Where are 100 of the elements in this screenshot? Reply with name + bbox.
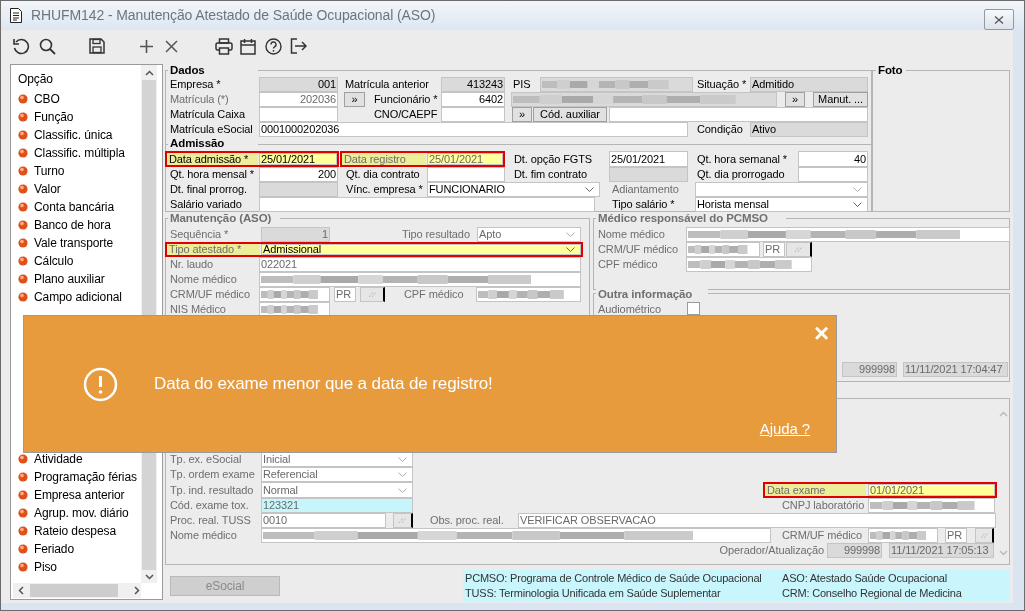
field-label: Funcionário *: [373, 92, 439, 107]
chevron-down-icon: [566, 232, 575, 237]
dropdown[interactable]: FUNCIONARIO: [427, 182, 600, 197]
sidebar-item[interactable]: Atividade: [13, 452, 141, 466]
field-label: Dt. final prorrog.: [169, 182, 249, 197]
field-label: Condição: [696, 122, 744, 137]
sidebar-item[interactable]: Empresa anterior: [13, 488, 141, 502]
save-icon[interactable]: [89, 38, 105, 54]
bullet-icon: [18, 166, 28, 176]
sidebar-item[interactable]: Classific. múltipla: [13, 146, 141, 160]
input-field[interactable]: [868, 528, 938, 543]
input-field[interactable]: 413243: [441, 77, 505, 92]
lookup-button[interactable]: [393, 513, 413, 528]
sidebar-item[interactable]: Agrup. mov. diário: [13, 506, 141, 520]
field-label: CNPJ laboratório: [781, 498, 866, 513]
sidebar-item[interactable]: Cálculo: [13, 254, 141, 268]
lookup-button[interactable]: [360, 287, 385, 302]
dropdown[interactable]: Horista mensal: [695, 197, 868, 212]
lookup-button[interactable]: [786, 242, 812, 257]
field-label: Qt. hora semanal *: [696, 151, 788, 167]
input-field[interactable]: [686, 257, 812, 272]
input-field[interactable]: [540, 77, 693, 92]
input-field[interactable]: [868, 498, 995, 513]
blurred-text-drawing: [688, 245, 748, 254]
sidebar-item[interactable]: Campo adicional: [13, 290, 141, 304]
input-field[interactable]: 001: [259, 77, 338, 92]
sidebar-item[interactable]: Banco de hora: [13, 218, 141, 232]
close-button[interactable]: [984, 9, 1014, 30]
input-field[interactable]: Ativo: [750, 122, 868, 137]
field-label: Tp. ex. eSocial: [169, 452, 243, 467]
field-label: Matrícula eSocial: [169, 122, 254, 137]
input-field[interactable]: 0001000202036: [259, 122, 688, 137]
legend-text: CRM: Conselho Regional de Medicina: [781, 586, 963, 601]
sidebar-item[interactable]: Programação férias: [13, 470, 141, 484]
input-field[interactable]: [259, 197, 595, 212]
input-field[interactable]: [609, 167, 688, 182]
input-field[interactable]: [686, 227, 1010, 242]
blurred-text-drawing: [870, 531, 927, 540]
bullet-icon: [18, 472, 28, 482]
bullet-icon: [18, 256, 28, 266]
sidebar-item[interactable]: CBO: [13, 92, 141, 106]
blurred-text-drawing: [261, 290, 318, 299]
sidebar-item[interactable]: Classific. única: [13, 128, 141, 142]
field-label: Cód. exame tox.: [169, 498, 250, 513]
input-field[interactable]: [686, 242, 760, 257]
lookup-button[interactable]: [975, 528, 994, 543]
printer-icon[interactable]: [215, 37, 233, 55]
exit-icon[interactable]: [290, 38, 307, 54]
document-icon: [10, 8, 22, 23]
input-field[interactable]: Admitido: [750, 77, 868, 92]
input-field[interactable]: [798, 167, 868, 182]
input-field[interactable]: [511, 92, 777, 107]
plus-icon[interactable]: [139, 38, 154, 54]
help-icon[interactable]: [265, 37, 282, 55]
section-title: Manutenção (ASO): [168, 212, 280, 226]
field-label: Nome médico: [169, 272, 238, 287]
form-button[interactable]: Cód. auxiliar: [533, 107, 607, 122]
form-button[interactable]: »: [512, 107, 532, 122]
bullet-icon: [18, 544, 28, 554]
input-field[interactable]: [259, 107, 338, 122]
input-field[interactable]: [476, 287, 581, 302]
undo-icon[interactable]: [12, 37, 30, 55]
form-button[interactable]: »: [785, 92, 805, 107]
sidebar-item[interactable]: Conta bancária: [13, 200, 141, 214]
form-button[interactable]: »: [344, 92, 365, 107]
input-field[interactable]: [427, 167, 505, 182]
input-field[interactable]: 40: [798, 151, 868, 167]
input-field[interactable]: 25/01/2021: [259, 153, 337, 165]
bullet-icon: [18, 526, 28, 536]
sidebar-item[interactable]: Plano auxiliar: [13, 272, 141, 286]
input-field[interactable]: [261, 528, 771, 543]
calendar-icon[interactable]: [240, 37, 256, 55]
scrollbar[interactable]: [13, 583, 141, 598]
field-label: Operador/Atualização: [718, 543, 825, 558]
sidebar-item[interactable]: Vale transporte: [13, 236, 141, 250]
chevron-down-icon: [566, 247, 575, 252]
search-icon[interactable]: [39, 37, 56, 55]
sidebar-item[interactable]: Rateio despesa: [13, 524, 141, 538]
input-field[interactable]: 6402: [441, 92, 505, 107]
input-field[interactable]: [259, 287, 330, 302]
slash-icon: [979, 532, 989, 539]
sidebar-item[interactable]: Função: [13, 110, 141, 124]
sidebar-item[interactable]: Turno: [13, 164, 141, 178]
cross-icon[interactable]: [165, 39, 178, 53]
blurred-text-drawing: [261, 305, 318, 314]
dropdown[interactable]: Admissional: [261, 244, 581, 255]
input-field[interactable]: [441, 107, 505, 122]
checkbox[interactable]: [687, 302, 700, 315]
input-field[interactable]: [259, 182, 338, 197]
chevron-up-icon: [144, 70, 154, 76]
sidebar-item[interactable]: Piso: [13, 560, 141, 574]
input-field[interactable]: 200: [259, 167, 338, 182]
sidebar-item[interactable]: Valor: [13, 182, 141, 196]
chevron-down-icon: [398, 472, 407, 477]
field-label: Nome médico: [597, 227, 666, 242]
form-button[interactable]: Manut. ...: [813, 92, 868, 107]
input-field[interactable]: [609, 107, 868, 122]
input-field[interactable]: [259, 272, 581, 287]
sidebar-item[interactable]: Feriado: [13, 542, 141, 556]
input-field[interactable]: 25/01/2021: [609, 151, 688, 167]
